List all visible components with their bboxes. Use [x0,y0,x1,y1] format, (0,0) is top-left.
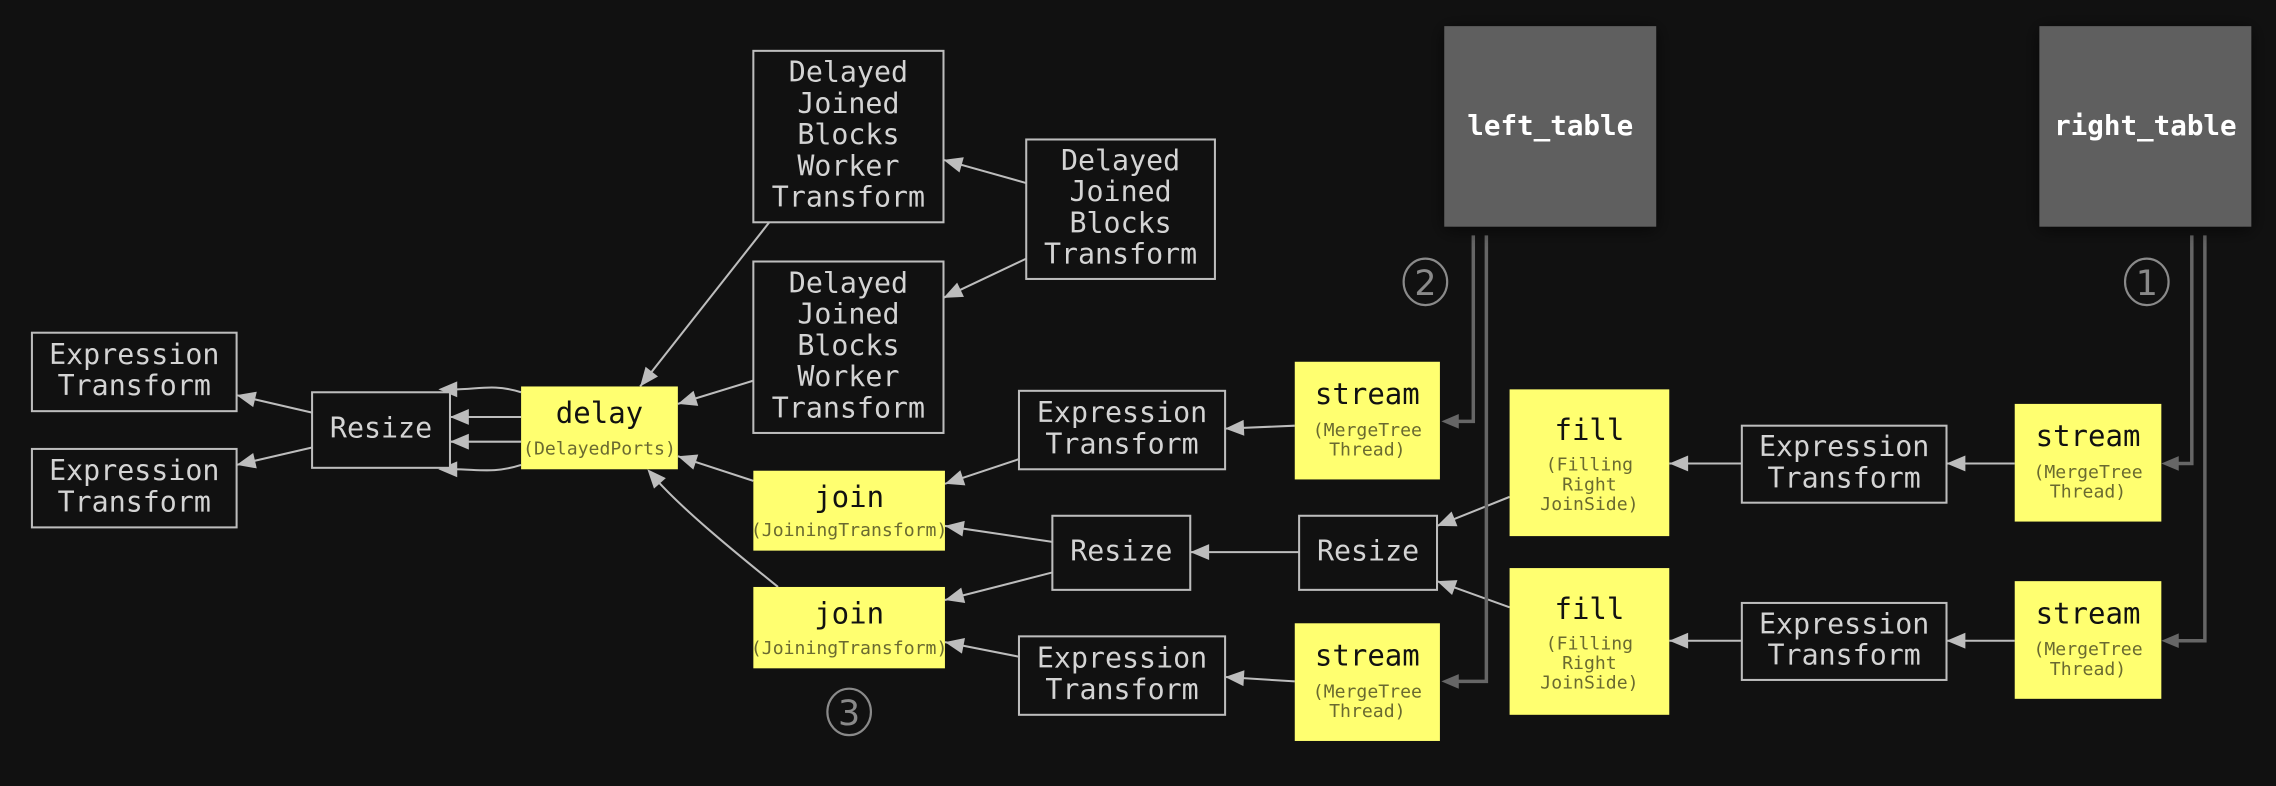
node-subtitle: (Filling [1546,455,1633,476]
node-expr-right-2[interactable]: ExpressionTransform [1740,601,1948,681]
node-subtitle: (MergeTree [1313,420,1422,441]
node-subtitle: (DelayedPorts) [523,439,676,460]
node-title: stream [1315,638,1420,672]
node-stream-left-1[interactable]: stream (MergeTreeThread) [1294,361,1440,480]
node-title: join [814,596,884,630]
node-label-line: Expression [1037,396,1207,429]
node-label-line: Transform [58,485,211,518]
node-expr-left-1[interactable]: ExpressionTransform [1017,389,1227,471]
node-join-2[interactable]: join (JoiningTransform) [751,586,948,669]
node-resize-mid-1[interactable]: Resize [1051,514,1192,591]
node-subtitle: Thread) [1329,701,1405,722]
node-expr-out-1[interactable]: ExpressionTransform [30,331,238,413]
node-subtitle: (MergeTree [1313,681,1422,702]
node-label-line: Delayed [789,266,908,299]
node-subtitle: (MergeTree [2033,639,2142,660]
node-label-line: Worker [797,149,899,182]
node-join-1[interactable]: join (JoiningTransform) [751,470,948,551]
node-title: join [814,480,884,514]
node-djb[interactable]: DelayedJoinedBlocksTransform [1025,138,1216,280]
node-subtitle: Thread) [2050,659,2126,680]
node-subtitle: Right [1562,653,1617,674]
node-label-line: Joined [797,298,899,331]
node-label-line: Delayed [1061,144,1180,177]
node-title: stream [2036,596,2141,630]
node-title: fill [1554,413,1624,447]
node-expr-right-1[interactable]: ExpressionTransform [1740,424,1948,504]
node-subtitle: (JoiningTransform) [751,638,948,659]
node-label-line: Transform [1044,238,1197,271]
node-title: stream [2036,419,2141,453]
node-label-line: Resize [330,412,432,445]
node-fill-2[interactable]: fill (FillingRightJoinSide) [1509,568,1670,715]
node-djbw-1[interactable]: DelayedJoinedBlocksWorkerTransform [752,49,945,224]
node-subtitle: JoinSide) [1540,494,1638,515]
table-label: left_table [1467,109,1633,142]
node-label-line: Transform [1768,461,1921,494]
node-subtitle: JoinSide) [1540,673,1638,694]
pipeline-diagram: ExpressionTransformExpressionTransformRe… [0,0,2276,786]
node-subtitle: (Filling [1546,633,1633,654]
node-subtitle: (JoiningTransform) [751,520,948,541]
node-label-line: Transform [58,369,211,402]
node-label-line: Joined [797,87,899,120]
node-label-line: Expression [49,338,219,371]
node-label-line: Joined [1069,175,1171,208]
node-fill-1[interactable]: fill (FillingRightJoinSide) [1509,389,1670,537]
node-djbw-2[interactable]: DelayedJoinedBlocksWorkerTransform [752,260,945,434]
node-label-line: Expression [1759,607,1929,640]
node-right-table[interactable]: right_table [2039,26,2252,227]
node-label-line: Transform [772,181,925,214]
node-label-line: Transform [1045,427,1198,460]
node-stream-right-2[interactable]: stream (MergeTreeThread) [2014,581,2162,699]
node-left-table[interactable]: left_table [1444,26,1657,227]
node-label-line: Blocks [797,329,899,362]
node-title: delay [556,396,643,430]
node-label-line: Transform [1045,673,1198,706]
node-label-line: Blocks [1069,206,1171,239]
node-label-line: Expression [49,454,219,487]
node-label-line: Resize [1070,534,1172,567]
node-expr-out-2[interactable]: ExpressionTransform [30,447,238,529]
node-subtitle: Right [1562,474,1617,495]
node-label-line: Worker [797,360,899,393]
node-title: stream [1315,377,1420,411]
node-label-line: Transform [772,391,925,424]
step-marker-number: 2 [1414,264,1436,304]
node-subtitle: (MergeTree [2033,462,2142,483]
node-label-line: Expression [1037,642,1207,675]
node-title: fill [1554,592,1624,626]
node-label-line: Transform [1768,639,1921,672]
node-stream-right-1[interactable]: stream (MergeTreeThread) [2014,403,2162,522]
step-marker-number: 1 [2136,264,2158,304]
node-subtitle: Thread) [1329,439,1405,460]
step-marker-number: 3 [838,694,860,734]
node-expr-left-2[interactable]: ExpressionTransform [1017,635,1227,716]
node-resize-mid-2[interactable]: Resize [1298,514,1439,591]
node-label-line: Expression [1759,430,1929,463]
node-label-line: Blocks [797,118,899,151]
node-delay[interactable]: delay (DelayedPorts) [521,386,678,470]
node-label-line: Resize [1317,534,1419,567]
node-label-line: Delayed [789,56,908,89]
node-resize-out[interactable]: Resize [311,391,451,469]
node-stream-left-2[interactable]: stream (MergeTreeThread) [1294,623,1440,741]
node-subtitle: Thread) [2050,482,2126,503]
table-label: right_table [2054,109,2237,142]
